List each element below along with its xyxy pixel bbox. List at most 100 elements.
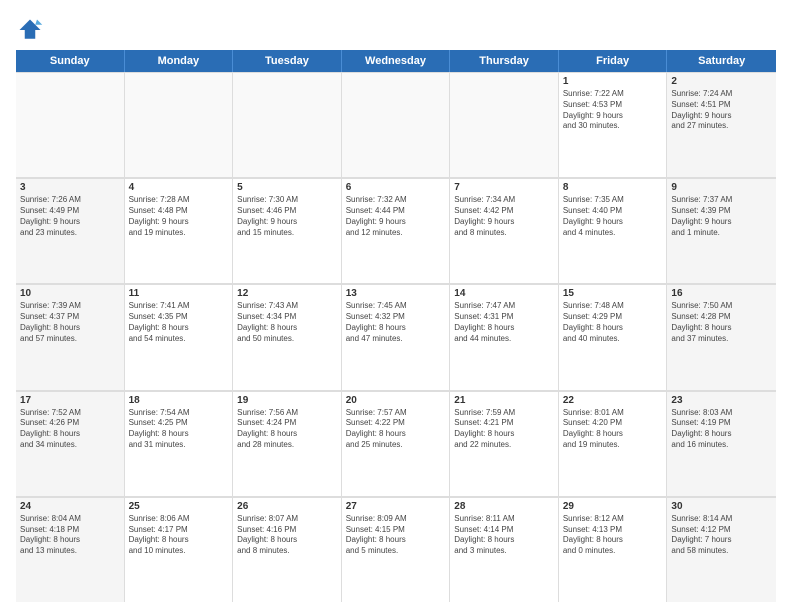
day-cell-29: 29 Sunrise: 8:12 AMSunset: 4:13 PMDayligh…: [559, 497, 668, 602]
day-cell-30: 30 Sunrise: 8:14 AMSunset: 4:12 PMDayligh…: [667, 497, 776, 602]
day-number: 11: [129, 288, 229, 299]
day-cell-13: 13 Sunrise: 7:45 AMSunset: 4:32 PMDayligh…: [342, 284, 451, 389]
day-cell-10: 10 Sunrise: 7:39 AMSunset: 4:37 PMDayligh…: [16, 284, 125, 389]
day-number: 20: [346, 395, 446, 406]
day-cell-26: 26 Sunrise: 8:07 AMSunset: 4:16 PMDayligh…: [233, 497, 342, 602]
day-info: Sunrise: 8:12 AMSunset: 4:13 PMDaylight:…: [563, 514, 663, 557]
day-info: Sunrise: 7:43 AMSunset: 4:34 PMDaylight:…: [237, 301, 337, 344]
day-number: 21: [454, 395, 554, 406]
day-info: Sunrise: 7:28 AMSunset: 4:48 PMDaylight:…: [129, 195, 229, 238]
day-cell-21: 21 Sunrise: 7:59 AMSunset: 4:21 PMDayligh…: [450, 391, 559, 496]
day-cell-18: 18Sunrise: 7:54 AMSunset: 4:25 PMDayligh…: [125, 391, 234, 496]
day-info: Sunrise: 8:04 AMSunset: 4:18 PMDaylight:…: [20, 514, 120, 557]
day-info: Sunrise: 8:03 AMSunset: 4:19 PMDaylight:…: [671, 408, 772, 451]
day-info: Sunrise: 7:47 AMSunset: 4:31 PMDaylight:…: [454, 301, 554, 344]
header-day-saturday: Saturday: [667, 50, 776, 72]
day-number: 2: [671, 76, 772, 87]
empty-cell: [125, 72, 234, 177]
day-cell-24: 24 Sunrise: 8:04 AMSunset: 4:18 PMDayligh…: [16, 497, 125, 602]
day-info: Sunrise: 8:14 AMSunset: 4:12 PMDaylight:…: [671, 514, 772, 557]
day-number: 30: [671, 501, 772, 512]
day-cell-1: 1 Sunrise: 7:22 AMSunset: 4:53 PMDaylight…: [559, 72, 668, 177]
day-info: Sunrise: 7:32 AMSunset: 4:44 PMDaylight:…: [346, 195, 446, 238]
day-number: 25: [129, 501, 229, 512]
day-cell-15: 15 Sunrise: 7:48 AMSunset: 4:29 PMDayligh…: [559, 284, 668, 389]
day-cell-8: 8 Sunrise: 7:35 AMSunset: 4:40 PMDaylight…: [559, 178, 668, 283]
day-cell-6: 6 Sunrise: 7:32 AMSunset: 4:44 PMDaylight…: [342, 178, 451, 283]
day-info: Sunrise: 7:39 AMSunset: 4:37 PMDaylight:…: [20, 301, 120, 344]
calendar-row-4: 17Sunrise: 7:52 AMSunset: 4:26 PMDayligh…: [16, 391, 776, 497]
day-cell-16: 16 Sunrise: 7:50 AMSunset: 4:28 PMDayligh…: [667, 284, 776, 389]
day-info: Sunrise: 7:54 AMSunset: 4:25 PMDaylight:…: [129, 408, 229, 451]
day-info: Sunrise: 7:52 AMSunset: 4:26 PMDaylight:…: [20, 408, 120, 451]
day-cell-25: 25 Sunrise: 8:06 AMSunset: 4:17 PMDayligh…: [125, 497, 234, 602]
day-number: 5: [237, 182, 337, 193]
day-cell-14: 14 Sunrise: 7:47 AMSunset: 4:31 PMDayligh…: [450, 284, 559, 389]
day-info: Sunrise: 7:48 AMSunset: 4:29 PMDaylight:…: [563, 301, 663, 344]
day-cell-9: 9 Sunrise: 7:37 AMSunset: 4:39 PMDaylight…: [667, 178, 776, 283]
calendar-header: SundayMondayTuesdayWednesdayThursdayFrid…: [16, 50, 776, 72]
day-cell-22: 22 Sunrise: 8:01 AMSunset: 4:20 PMDayligh…: [559, 391, 668, 496]
logo: [16, 16, 48, 44]
empty-cell: [450, 72, 559, 177]
calendar-row-5: 24 Sunrise: 8:04 AMSunset: 4:18 PMDayligh…: [16, 497, 776, 602]
day-info: Sunrise: 8:07 AMSunset: 4:16 PMDaylight:…: [237, 514, 337, 557]
day-number: 13: [346, 288, 446, 299]
day-number: 10: [20, 288, 120, 299]
calendar-row-3: 10 Sunrise: 7:39 AMSunset: 4:37 PMDayligh…: [16, 284, 776, 390]
day-cell-4: 4 Sunrise: 7:28 AMSunset: 4:48 PMDaylight…: [125, 178, 234, 283]
day-info: Sunrise: 7:30 AMSunset: 4:46 PMDaylight:…: [237, 195, 337, 238]
day-info: Sunrise: 7:34 AMSunset: 4:42 PMDaylight:…: [454, 195, 554, 238]
day-info: Sunrise: 8:06 AMSunset: 4:17 PMDaylight:…: [129, 514, 229, 557]
day-number: 9: [671, 182, 772, 193]
day-number: 23: [671, 395, 772, 406]
day-number: 8: [563, 182, 663, 193]
day-info: Sunrise: 7:41 AMSunset: 4:35 PMDaylight:…: [129, 301, 229, 344]
day-number: 12: [237, 288, 337, 299]
day-number: 16: [671, 288, 772, 299]
day-number: 4: [129, 182, 229, 193]
day-info: Sunrise: 7:56 AMSunset: 4:24 PMDaylight:…: [237, 408, 337, 451]
day-cell-2: 2 Sunrise: 7:24 AMSunset: 4:51 PMDaylight…: [667, 72, 776, 177]
day-info: Sunrise: 7:57 AMSunset: 4:22 PMDaylight:…: [346, 408, 446, 451]
empty-cell: [342, 72, 451, 177]
day-cell-7: 7 Sunrise: 7:34 AMSunset: 4:42 PMDaylight…: [450, 178, 559, 283]
day-number: 6: [346, 182, 446, 193]
day-number: 28: [454, 501, 554, 512]
day-number: 1: [563, 76, 663, 87]
day-number: 24: [20, 501, 120, 512]
day-cell-28: 28 Sunrise: 8:11 AMSunset: 4:14 PMDayligh…: [450, 497, 559, 602]
header-day-friday: Friday: [559, 50, 668, 72]
header-day-thursday: Thursday: [450, 50, 559, 72]
day-info: Sunrise: 7:59 AMSunset: 4:21 PMDaylight:…: [454, 408, 554, 451]
logo-icon: [16, 16, 44, 44]
day-info: Sunrise: 8:11 AMSunset: 4:14 PMDaylight:…: [454, 514, 554, 557]
day-number: 29: [563, 501, 663, 512]
day-info: Sunrise: 7:45 AMSunset: 4:32 PMDaylight:…: [346, 301, 446, 344]
day-cell-27: 27Sunrise: 8:09 AMSunset: 4:15 PMDayligh…: [342, 497, 451, 602]
page: SundayMondayTuesdayWednesdayThursdayFrid…: [0, 0, 792, 612]
day-number: 22: [563, 395, 663, 406]
day-number: 27: [346, 501, 446, 512]
day-cell-3: 3Sunrise: 7:26 AMSunset: 4:49 PMDaylight…: [16, 178, 125, 283]
day-info: Sunrise: 7:22 AMSunset: 4:53 PMDaylight:…: [563, 89, 663, 132]
day-info: Sunrise: 8:01 AMSunset: 4:20 PMDaylight:…: [563, 408, 663, 451]
day-number: 26: [237, 501, 337, 512]
header-day-sunday: Sunday: [16, 50, 125, 72]
day-info: Sunrise: 7:24 AMSunset: 4:51 PMDaylight:…: [671, 89, 772, 132]
calendar-row-1: 1 Sunrise: 7:22 AMSunset: 4:53 PMDaylight…: [16, 72, 776, 178]
day-cell-11: 11 Sunrise: 7:41 AMSunset: 4:35 PMDayligh…: [125, 284, 234, 389]
day-info: Sunrise: 7:50 AMSunset: 4:28 PMDaylight:…: [671, 301, 772, 344]
header-day-tuesday: Tuesday: [233, 50, 342, 72]
day-info: Sunrise: 7:37 AMSunset: 4:39 PMDaylight:…: [671, 195, 772, 238]
header: [16, 16, 776, 44]
day-number: 7: [454, 182, 554, 193]
day-cell-20: 20 Sunrise: 7:57 AMSunset: 4:22 PMDayligh…: [342, 391, 451, 496]
day-number: 14: [454, 288, 554, 299]
calendar-body: 1 Sunrise: 7:22 AMSunset: 4:53 PMDaylight…: [16, 72, 776, 602]
day-number: 15: [563, 288, 663, 299]
day-number: 19: [237, 395, 337, 406]
day-cell-5: 5 Sunrise: 7:30 AMSunset: 4:46 PMDaylight…: [233, 178, 342, 283]
day-cell-12: 12 Sunrise: 7:43 AMSunset: 4:34 PMDayligh…: [233, 284, 342, 389]
day-info: Sunrise: 7:35 AMSunset: 4:40 PMDaylight:…: [563, 195, 663, 238]
